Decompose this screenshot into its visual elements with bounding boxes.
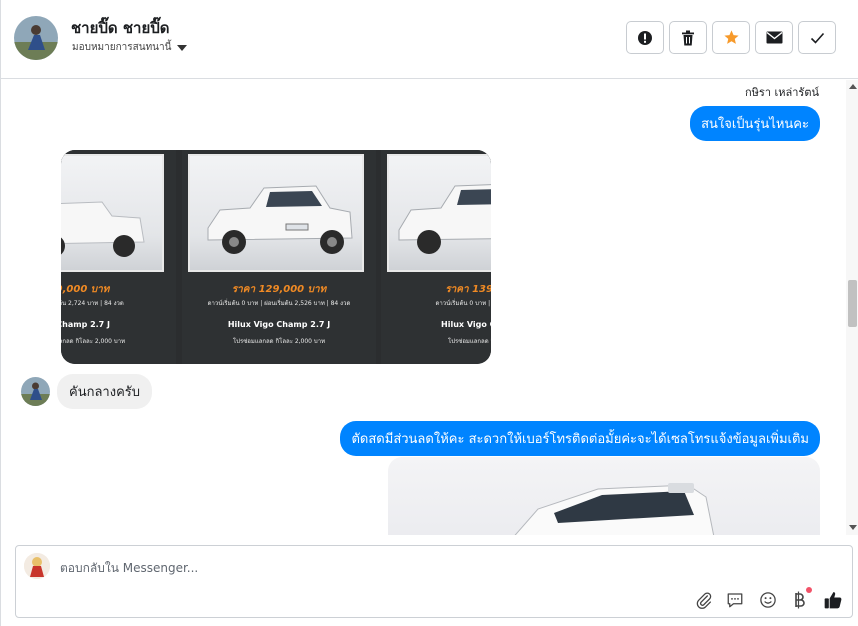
attach-icon[interactable] <box>694 590 714 610</box>
message-bubble-outgoing[interactable]: ตัดสดมีส่วนลดให้คะ สะดวกให้เบอร์โทรติดต่… <box>340 421 820 456</box>
conversation-header: ชายปิ๊ด ชายปิ๊ด มอบหมายการสนทนานี้ <box>1 0 858 79</box>
listing-model: Hilux Vigo Champ 2.7 J <box>227 320 331 329</box>
envelope-icon <box>766 31 782 44</box>
listing-price: 39,000 บาท <box>61 284 110 295</box>
assign-label: มอบหมายการสนทนานี้ <box>72 42 172 53</box>
car-photo <box>61 154 164 272</box>
message-thread[interactable]: กษิรา เหล่ารัตน์ สนใจเป็นรุ่นไหนคะ 39,00… <box>1 80 846 535</box>
listing-panel: 39,000 บาท ดาวน์เริ่มต้น 2,724 บาท | 84 … <box>61 150 176 364</box>
page-avatar <box>24 553 50 579</box>
check-icon <box>810 32 824 44</box>
sender-name: กษิรา เหล่ารัตน์ <box>745 86 819 99</box>
star-icon <box>723 30 739 44</box>
listing-price: ราคา 139,00 <box>445 284 491 295</box>
mark-unread-button[interactable] <box>755 21 793 54</box>
scroll-up-arrow-icon[interactable] <box>849 84 857 89</box>
saved-replies-icon[interactable] <box>725 590 745 610</box>
star-button[interactable] <box>712 21 750 54</box>
conversation-scrollbar[interactable] <box>846 80 858 535</box>
car-listing-image[interactable]: 39,000 บาท ดาวน์เริ่มต้น 2,724 บาท | 84 … <box>61 150 491 364</box>
customer-avatar <box>21 377 50 406</box>
payment-icon[interactable] <box>789 590 809 610</box>
listing-model: o Champ 2.7 J <box>61 320 111 329</box>
listing-promo: โปรซ่อมแลกลด กิโลละ <box>448 338 491 345</box>
inbox-conversation: ชายปิ๊ด ชายปิ๊ด มอบหมายการสนทนานี้ กษิรา… <box>0 0 858 626</box>
like-icon[interactable] <box>823 590 843 610</box>
alert-icon <box>638 30 652 45</box>
listing-down-payment: ดาวน์เริ่มต้น 0 บาท | ผ่อนเริ่มต้น 2,526… <box>207 300 351 307</box>
car-photo-attachment[interactable] <box>388 457 820 535</box>
listing-promo: โปรซ่อมแลกลด กิโลละ 2,000 บาท <box>61 338 126 345</box>
scroll-down-arrow-icon[interactable] <box>849 525 857 530</box>
mark-done-button[interactable] <box>798 21 836 54</box>
caret-down-icon <box>177 45 188 51</box>
listing-panel: ราคา 139,00 ดาวน์เริ่มต้น 0 บาท | ผ่อนเร… <box>381 150 491 364</box>
trash-icon <box>682 30 694 45</box>
contact-avatar[interactable] <box>14 16 58 60</box>
listing-panel: ราคา 129,000 บาท ดาวน์เริ่มต้น 0 บาท | ผ… <box>182 150 376 364</box>
reply-composer <box>15 545 853 618</box>
message-bubble-outgoing[interactable]: สนใจเป็นรุ่นไหนคะ <box>690 106 820 141</box>
report-button[interactable] <box>626 21 664 54</box>
listing-price: ราคา 129,000 บาท <box>231 284 327 295</box>
listing-down-payment: ดาวน์เริ่มต้น 2,724 บาท | 84 งวด <box>61 300 124 307</box>
contact-name[interactable]: ชายปิ๊ด ชายปิ๊ด <box>71 16 170 40</box>
emoji-icon[interactable] <box>758 590 778 610</box>
notification-dot <box>806 587 812 593</box>
delete-button[interactable] <box>669 21 707 54</box>
car-photo <box>188 154 364 272</box>
reply-input[interactable] <box>60 561 560 575</box>
scroll-thumb[interactable] <box>848 280 857 327</box>
listing-down-payment: ดาวน์เริ่มต้น 0 บาท | ผ่อนเริ่มต้น <box>435 300 491 307</box>
listing-promo: โปรซ่อมแลกลด กิโลละ 2,000 บาท <box>232 338 326 345</box>
listing-model: Hilux Vigo Cham <box>441 320 491 329</box>
assign-conversation-dropdown[interactable]: มอบหมายการสนทนานี้ <box>72 40 188 55</box>
car-photo <box>387 154 491 272</box>
message-bubble-incoming[interactable]: คันกลางครับ <box>57 374 152 409</box>
